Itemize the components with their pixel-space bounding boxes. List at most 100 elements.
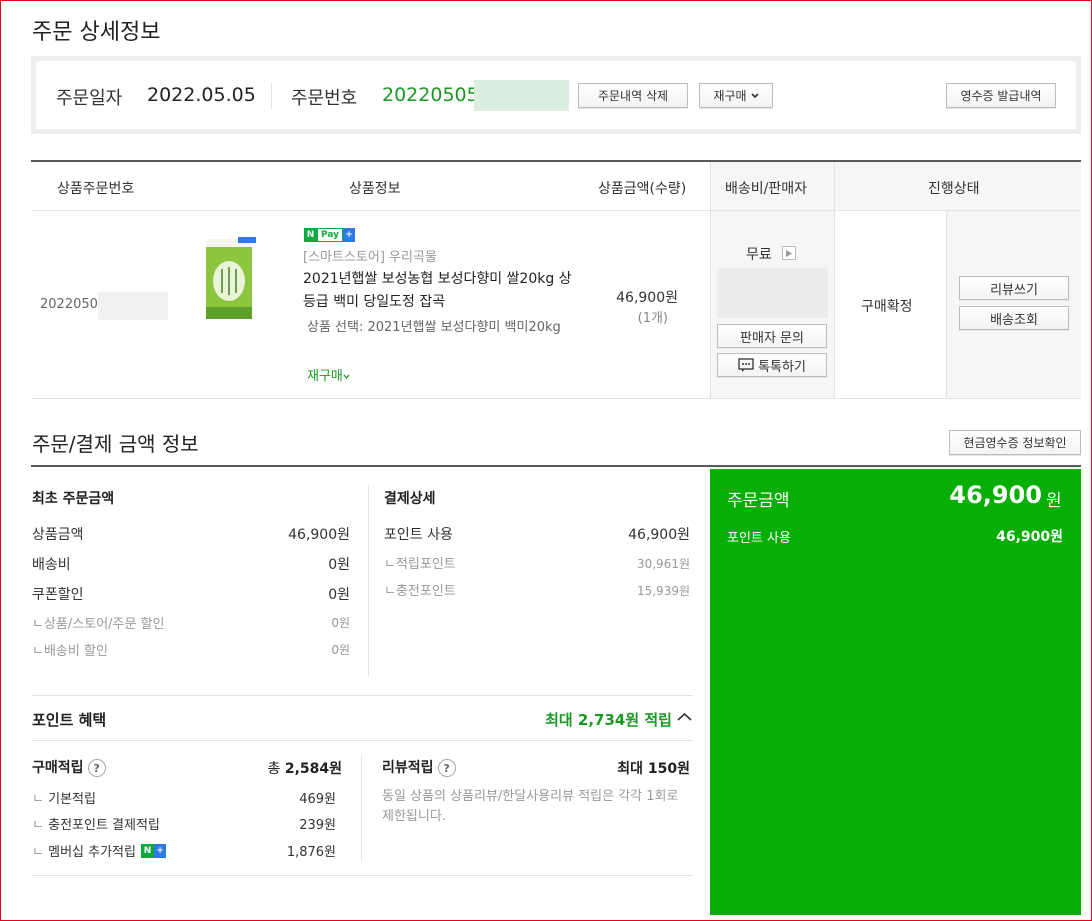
divider [361,755,362,861]
redacted-mask [98,292,168,320]
delete-order-button[interactable]: 주문내역 삭제 [578,83,688,108]
payment-detail-title: 결제상세 [384,491,436,507]
chevron-down-icon [343,374,350,380]
detail-subrow-label: 충전포인트 [395,584,456,599]
purchase-total-prefix: 총 [267,761,281,777]
detail-row-value: 46,900원 [628,527,690,543]
header-price-qty: 상품금액(수량) [598,181,687,197]
header-divider [31,210,1081,211]
initial-row-label: 배송비 [32,557,71,573]
help-icon[interactable]: ? [437,759,456,777]
divider [31,740,693,741]
order-total-unit: 원 [1046,491,1062,511]
purchase-row-value: 1,876원 [286,845,336,860]
store-name[interactable]: [스마트스토어] 우리곡물 [303,246,437,265]
redacted-mask [717,268,828,318]
header-product-info: 상품정보 [349,181,401,197]
seller-inquiry-button[interactable]: 판매자 문의 [717,324,827,348]
order-number-value: 20220505 [382,84,479,106]
product-order-number: 20220505 [40,297,107,312]
divider [368,485,369,677]
detail-subrow-value: 30,961원 [636,557,690,571]
action-column-bg [946,210,1081,398]
chevron-down-icon [750,92,759,98]
initial-row-value: 0원 [328,557,350,573]
purchase-row-value: 469원 [299,792,336,807]
purchase-points-title: 구매적립? [32,757,106,777]
order-date-label: 주문일자 [56,88,123,109]
product-qty: (1개) [637,311,668,326]
detail-subrow: ㄴ적립포인트 [384,557,456,572]
delivery-tracking-button[interactable]: 배송조회 [959,306,1069,330]
col-divider [710,162,711,398]
initial-subrow-value: 0원 [331,643,350,657]
reorder-label: 재구매 [713,89,747,103]
review-points-title-label: 리뷰적립 [382,760,434,776]
initial-subrow-label: 상품/스토어/주문 할인 [43,617,165,632]
write-review-button[interactable]: 리뷰쓰기 [959,276,1069,300]
purchase-points-total: 총 2,584원 [230,758,342,778]
initial-subrow-value: 0원 [331,616,350,630]
divider [271,82,272,110]
initial-subrow-label: 배송비 할인 [43,644,108,659]
product-name[interactable]: 2021년햅쌀 보성농협 보성다향미 쌀20kg 상등급 백미 당일도정 잡곡 [303,268,575,314]
npay-plus: + [153,843,166,858]
header-product-order-no: 상품주문번호 [57,181,135,197]
npay-badge: N Pay + [304,228,356,242]
divider [31,695,693,696]
product-image[interactable] [200,237,262,323]
col-divider [834,162,835,398]
purchase-total-value: 2,584원 [284,761,342,777]
initial-amount-title: 최초 주문금액 [32,491,115,507]
npay-plus-badge: N + [140,843,166,858]
shipping-fee: 무료 [746,247,772,263]
cash-receipt-button[interactable]: 현금영수증 정보확인 [949,430,1081,455]
purchase-points-title-label: 구매적립 [32,760,84,776]
detail-subrow-value: 15,939원 [636,584,690,598]
product-option: 상품 선택: 2021년햅쌀 보성다향미 백미20kg [307,320,561,335]
redacted-mask [474,80,569,111]
order-status: 구매확정 [861,299,913,315]
initial-subrow: ㄴ상품/스토어/주문 할인 [32,617,165,632]
detail-subrow: ㄴ충전포인트 [384,584,456,599]
point-use-value: 46,900원 [996,529,1063,545]
order-number-label: 주문번호 [291,88,358,109]
order-total-amount: 46,900 [949,481,1042,509]
purchase-row: ㄴ 기본적립 [32,792,96,807]
point-use-label: 포인트 사용 [727,531,791,546]
initial-row-value: 46,900원 [288,527,350,543]
order-total-label: 주문금액 [727,491,790,511]
section-top-border [31,465,1081,467]
header-shipping-seller: 배송비/판매자 [725,181,807,197]
initial-row-value: 0원 [328,587,350,603]
review-points-note: 동일 상품의 상품리뷰/한달사용리뷰 적립은 각각 1회로 제한됩니다. [382,789,679,824]
review-max-prefix: 최대 [617,761,644,777]
payment-section-title: 주문/결제 금액 정보 [32,432,199,456]
review-points-max: 최대 150원 [560,758,690,778]
purchase-row: ㄴ 충전포인트 결제적립 [32,818,160,833]
purchase-row: ㄴ 멤버십 추가적립 N + [32,841,166,860]
points-max-label: 최대 2,734원 적립 [545,711,672,729]
npay-n: N [140,843,154,858]
npay-plus: + [343,228,356,242]
detail-row-label: 포인트 사용 [384,527,453,543]
play-arrow-icon[interactable] [782,246,796,260]
chat-icon [738,358,754,372]
review-points-title: 리뷰적립? [382,757,456,777]
row-divider [31,398,1081,399]
receipt-history-button[interactable]: 영수증 발급내역 [946,83,1056,108]
talk-button[interactable]: 톡톡하기 [717,353,827,377]
chevron-up-icon[interactable] [677,712,692,722]
initial-row-label: 상품금액 [32,527,84,543]
purchase-row-value: 239원 [299,818,336,833]
reorder-link-label: 재구매 [307,369,343,384]
header-status: 진행상태 [928,181,980,197]
help-icon[interactable]: ? [87,759,106,777]
initial-row-label: 쿠폰할인 [32,587,84,603]
purchase-row-label: 멤버십 추가적립 [48,845,136,860]
reorder-link[interactable]: 재구매 [307,365,350,384]
reorder-dropdown-button[interactable]: 재구매 [699,83,773,108]
col-divider [946,210,947,398]
review-max-value: 150원 [647,761,690,777]
initial-subrow: ㄴ배송비 할인 [32,644,108,659]
